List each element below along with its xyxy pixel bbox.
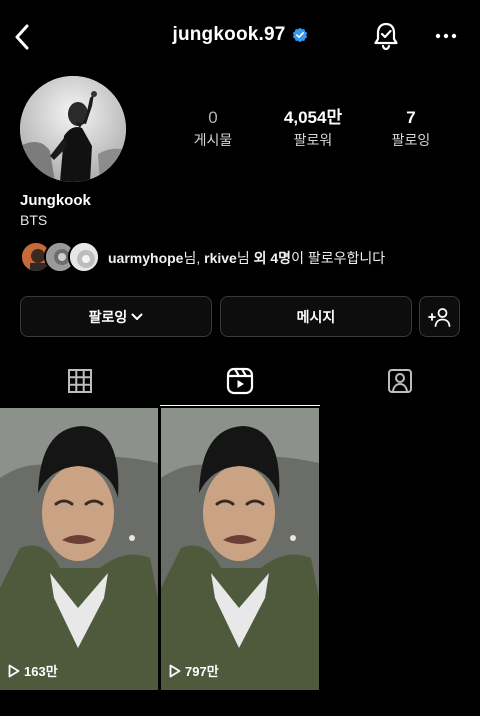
avatar-photo — [20, 76, 126, 182]
top-bar: jungkook.97 — [0, 0, 480, 72]
followed-by-sep-1: 님, — [183, 250, 205, 266]
display-name: Jungkook — [20, 192, 91, 209]
tab-reels[interactable] — [160, 356, 320, 406]
bio-text: BTS — [20, 212, 48, 228]
profile-username: jungkook.97 — [172, 24, 286, 45]
more-options-icon — [435, 33, 457, 39]
reel-thumbnail-image — [0, 408, 158, 690]
mutual-user-2: rkive — [204, 250, 237, 266]
followed-by-row[interactable]: uarmyhope님, rkive님 외 4명이 팔로우합니다 — [20, 240, 385, 276]
stat-following[interactable]: 7 팔로잉 — [366, 108, 456, 150]
stat-posts[interactable]: 0 게시물 — [168, 108, 258, 150]
play-icon — [169, 664, 181, 677]
profile-tabs — [0, 356, 480, 406]
mutual-user-1: uarmyhope — [108, 250, 184, 266]
stat-followers[interactable]: 4,054만 팔로워 — [268, 108, 358, 150]
posts-count: 0 — [208, 108, 218, 127]
followers-count: 4,054만 — [283, 108, 343, 127]
reel-views: 797만 — [185, 664, 219, 679]
reels-icon — [226, 367, 254, 395]
tagged-person-icon — [388, 369, 412, 393]
reel-thumbnail[interactable]: 163만 — [0, 408, 158, 690]
add-person-icon — [427, 307, 450, 327]
notification-bell-icon — [374, 22, 398, 51]
following-count: 7 — [406, 108, 416, 127]
reel-thumbnail-image — [161, 408, 319, 690]
more-options-button[interactable] — [430, 22, 462, 50]
suggest-people-button[interactable] — [419, 296, 460, 337]
reel-view-count: 163만 — [8, 661, 58, 680]
chevron-down-icon — [131, 313, 143, 320]
message-button-label: 메시지 — [296, 308, 336, 325]
followed-by-sep-2: 님 — [236, 250, 254, 266]
reel-views: 163만 — [24, 664, 58, 679]
tab-tagged[interactable] — [320, 356, 480, 406]
grid-icon — [68, 369, 92, 393]
followed-by-text: uarmyhope님, rkive님 외 4명이 팔로우합니다 — [108, 248, 385, 268]
mutual-others-count: 외 4명 — [253, 250, 292, 266]
notification-button[interactable] — [370, 20, 402, 52]
message-button[interactable]: 메시지 — [220, 296, 412, 337]
following-button[interactable]: 팔로잉 — [20, 296, 212, 337]
profile-avatar[interactable] — [20, 76, 126, 182]
verified-badge-icon — [292, 27, 308, 43]
tab-grid[interactable] — [0, 356, 160, 406]
play-icon — [8, 664, 20, 677]
followers-label: 팔로워 — [293, 132, 333, 148]
reel-view-count: 797만 — [169, 661, 219, 680]
posts-label: 게시물 — [193, 132, 233, 148]
reel-thumbnail[interactable]: 797만 — [161, 408, 319, 690]
mutual-avatar — [68, 241, 100, 273]
following-label: 팔로잉 — [391, 132, 431, 148]
title-wrap: jungkook.97 — [0, 24, 480, 46]
followed-by-suffix: 이 팔로우합니다 — [291, 250, 386, 266]
mutual-avatars — [20, 240, 106, 276]
following-button-label: 팔로잉 — [88, 308, 128, 325]
